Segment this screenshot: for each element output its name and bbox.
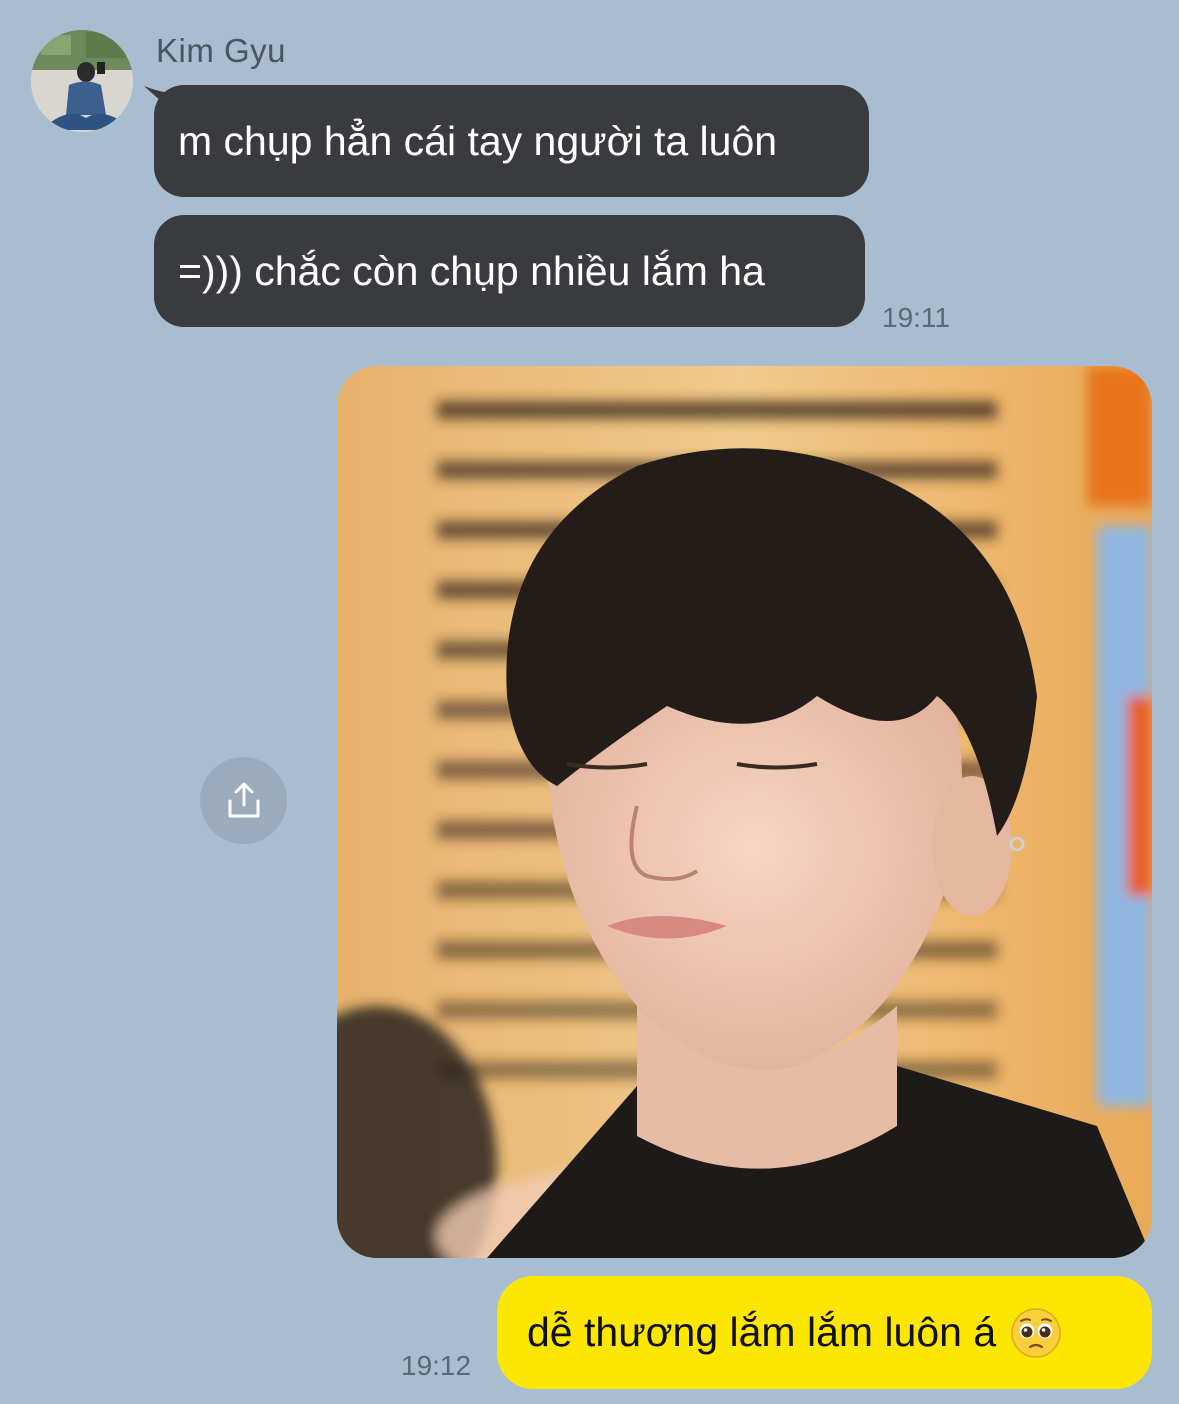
message-text: dễ thương lắm lắm luôn á <box>527 1309 997 1355</box>
avatar-photo <box>31 30 133 132</box>
sent-photo[interactable] <box>337 366 1152 1258</box>
incoming-message[interactable]: m chụp hẳn cái tay người ta luôn <box>154 85 869 197</box>
message-text: =))) chắc còn chụp nhiều lắm ha <box>178 247 765 294</box>
photo-image <box>337 366 1152 1258</box>
pleading-face-icon <box>1011 1307 1061 1358</box>
message-timestamp: 19:11 <box>882 302 950 333</box>
avatar[interactable] <box>31 30 133 132</box>
sender-name: Kim Gyu <box>156 32 287 69</box>
message-text: m chụp hẳn cái tay người ta luôn <box>178 117 778 164</box>
incoming-message[interactable]: =))) chắc còn chụp nhiều lắm ha <box>154 215 865 327</box>
share-icon <box>228 782 259 817</box>
message-timestamp: 19:12 <box>401 1350 472 1381</box>
outgoing-message[interactable]: dễ thương lắm lắm luôn á <box>497 1276 1152 1389</box>
share-button[interactable] <box>200 757 287 844</box>
